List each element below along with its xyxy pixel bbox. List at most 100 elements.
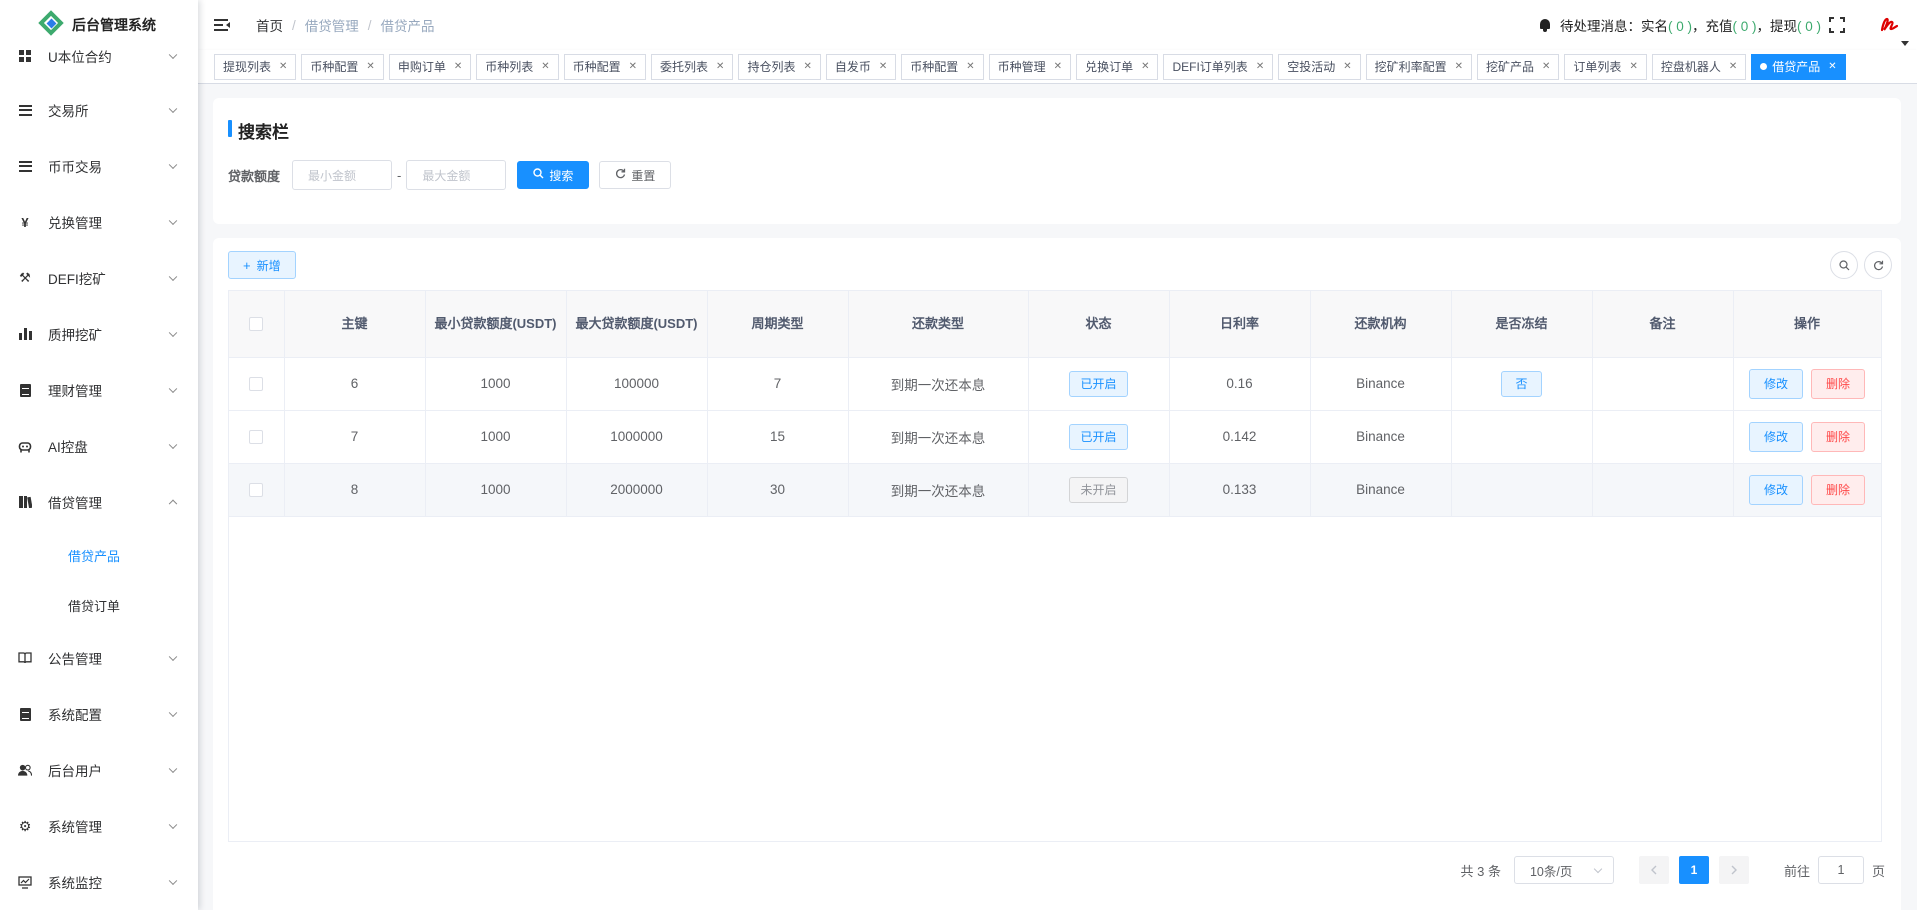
close-icon[interactable]: ✕	[1256, 61, 1264, 72]
close-icon[interactable]: ✕	[1054, 61, 1062, 72]
tag-item[interactable]: 币种配置 ✕	[301, 53, 384, 80]
tag-item[interactable]: 币种配置 ✕	[563, 53, 647, 80]
tag-item[interactable]: 提现列表 ✕	[214, 53, 297, 80]
tag-item[interactable]: 控盘机器人 ✕	[1651, 53, 1747, 80]
cell-min-amount: 1000	[425, 357, 567, 411]
users-icon	[18, 763, 32, 777]
tag-item-active[interactable]: 借贷产品 ✕	[1751, 53, 1846, 80]
close-icon[interactable]: ✕	[1343, 61, 1351, 72]
sidebar-item-wealth[interactable]: 理财管理	[0, 362, 198, 418]
tag-item[interactable]: 兑换订单 ✕	[1076, 53, 1159, 80]
sidebar-item-spot-trading[interactable]: 币币交易	[0, 138, 198, 194]
page-jumper: 前往 1 页	[1784, 856, 1885, 884]
sidebar-item-system-config[interactable]: 系统配置	[0, 686, 198, 742]
tag-item[interactable]: 空投活动 ✕	[1278, 53, 1361, 80]
recharge-label[interactable]: 充值	[1705, 19, 1732, 34]
sidebar-item-exchange[interactable]: 交易所	[0, 82, 198, 138]
submenu-item-lending-orders[interactable]: 借贷订单	[0, 580, 198, 630]
reset-button[interactable]: 重置	[599, 161, 672, 189]
tag-item[interactable]: 申购订单 ✕	[388, 53, 472, 80]
fullscreen-icon[interactable]	[1829, 17, 1845, 33]
max-amount-input[interactable]: 最大金额	[406, 160, 507, 190]
page-size-select[interactable]: 10条/页	[1513, 856, 1614, 884]
app-logo[interactable]: 后台管理系统	[0, 0, 198, 50]
tag-item[interactable]: 自发币 ✕	[825, 53, 897, 80]
edit-button[interactable]: 修改	[1748, 421, 1803, 452]
sidebar-item-announcements[interactable]: 公告管理	[0, 630, 198, 686]
goto-page-input[interactable]: 1	[1817, 856, 1864, 884]
tag-item[interactable]: 持仓列表 ✕	[738, 53, 821, 80]
close-icon[interactable]: ✕	[279, 61, 287, 72]
row-checkbox[interactable]	[249, 430, 264, 445]
tag-item[interactable]: 币种列表 ✕	[476, 53, 559, 80]
close-icon[interactable]: ✕	[366, 61, 374, 72]
bell-icon[interactable]	[1538, 18, 1552, 32]
sidebar-item-label: 借贷管理	[48, 496, 102, 511]
close-icon[interactable]: ✕	[1729, 61, 1737, 72]
sidebar-item-staking-mining[interactable]: 质押挖矿	[0, 306, 198, 362]
cell-remark	[1592, 463, 1734, 517]
close-icon[interactable]: ✕	[1828, 61, 1836, 72]
toggle-search-button[interactable]	[1830, 251, 1858, 279]
tag-item[interactable]: 委托列表 ✕	[651, 53, 734, 80]
tag-item[interactable]: 币种配置 ✕	[901, 53, 984, 80]
sidebar-item-label: DEFI挖矿	[48, 272, 106, 287]
cell-frozen: 否	[1451, 357, 1593, 411]
delete-button[interactable]: 删除	[1811, 474, 1866, 505]
cell-max-amount: 2000000	[566, 463, 708, 517]
prev-page-button[interactable]	[1638, 856, 1669, 884]
close-icon[interactable]: ✕	[454, 61, 462, 72]
close-icon[interactable]: ✕	[879, 61, 887, 72]
recharge-count[interactable]: ( 0 )	[1732, 19, 1756, 34]
cell-period: 15	[707, 410, 849, 464]
tag-label: 自发币	[834, 60, 871, 74]
breadcrumb-home[interactable]: 首页	[256, 15, 283, 35]
sidebar-item-defi-mining[interactable]: ⚒ DEFI挖矿	[0, 250, 198, 306]
close-icon[interactable]: ✕	[1455, 61, 1463, 72]
add-button[interactable]: + 新增	[228, 251, 296, 279]
close-icon[interactable]: ✕	[541, 61, 549, 72]
tag-item[interactable]: 订单列表 ✕	[1564, 53, 1647, 80]
sidebar-item-system-monitor[interactable]: 系统监控	[0, 854, 198, 910]
tag-item[interactable]: DEFI订单列表 ✕	[1163, 53, 1274, 80]
realname-count[interactable]: ( 0 )	[1668, 19, 1692, 34]
tag-item[interactable]: 挖矿利率配置 ✕	[1365, 53, 1473, 80]
select-all-checkbox[interactable]	[249, 317, 264, 332]
edit-button[interactable]: 修改	[1748, 474, 1803, 505]
row-checkbox[interactable]	[249, 377, 264, 392]
close-icon[interactable]: ✕	[803, 61, 811, 72]
submenu-item-lending-products[interactable]: 借贷产品	[0, 530, 198, 580]
sidebar-item-conversion[interactable]: ¥ 兑换管理	[0, 194, 198, 250]
close-icon[interactable]: ✕	[1629, 61, 1637, 72]
edit-button[interactable]: 修改	[1748, 368, 1803, 399]
sidebar-toggle-icon[interactable]	[214, 19, 230, 31]
row-checkbox[interactable]	[249, 483, 264, 498]
realname-label[interactable]: 实名	[1641, 19, 1668, 34]
sidebar-item-system-management[interactable]: ⚙ 系统管理	[0, 798, 198, 854]
withdraw-label[interactable]: 提现	[1770, 19, 1797, 34]
page-number[interactable]: 1	[1678, 856, 1709, 884]
close-icon[interactable]: ✕	[966, 61, 974, 72]
monitor-icon	[18, 875, 32, 889]
close-icon[interactable]: ✕	[716, 61, 724, 72]
close-icon[interactable]: ✕	[629, 61, 637, 72]
sidebar-item-label: AI控盘	[48, 440, 88, 455]
tag-label: 币种配置	[310, 60, 359, 74]
sidebar-item-admin-users[interactable]: 后台用户	[0, 742, 198, 798]
search-button[interactable]: 搜索	[517, 161, 590, 189]
withdraw-count[interactable]: ( 0 )	[1797, 19, 1821, 34]
add-button-label: 新增	[256, 258, 281, 273]
list-icon	[18, 159, 32, 173]
tag-item[interactable]: 币种管理 ✕	[988, 53, 1072, 80]
refresh-button[interactable]	[1864, 251, 1892, 279]
close-icon[interactable]: ✕	[1141, 61, 1149, 72]
close-icon[interactable]: ✕	[1542, 61, 1550, 72]
min-amount-input[interactable]: 最小金额	[292, 160, 393, 190]
next-page-button[interactable]	[1718, 856, 1749, 884]
avatar[interactable]	[1875, 10, 1909, 46]
delete-button[interactable]: 删除	[1811, 368, 1866, 399]
tag-item[interactable]: 挖矿产品 ✕	[1477, 53, 1560, 80]
sidebar-item-ai-control[interactable]: AI控盘	[0, 418, 198, 474]
delete-button[interactable]: 删除	[1811, 421, 1866, 452]
sidebar-item-lending[interactable]: 借贷管理	[0, 474, 198, 530]
